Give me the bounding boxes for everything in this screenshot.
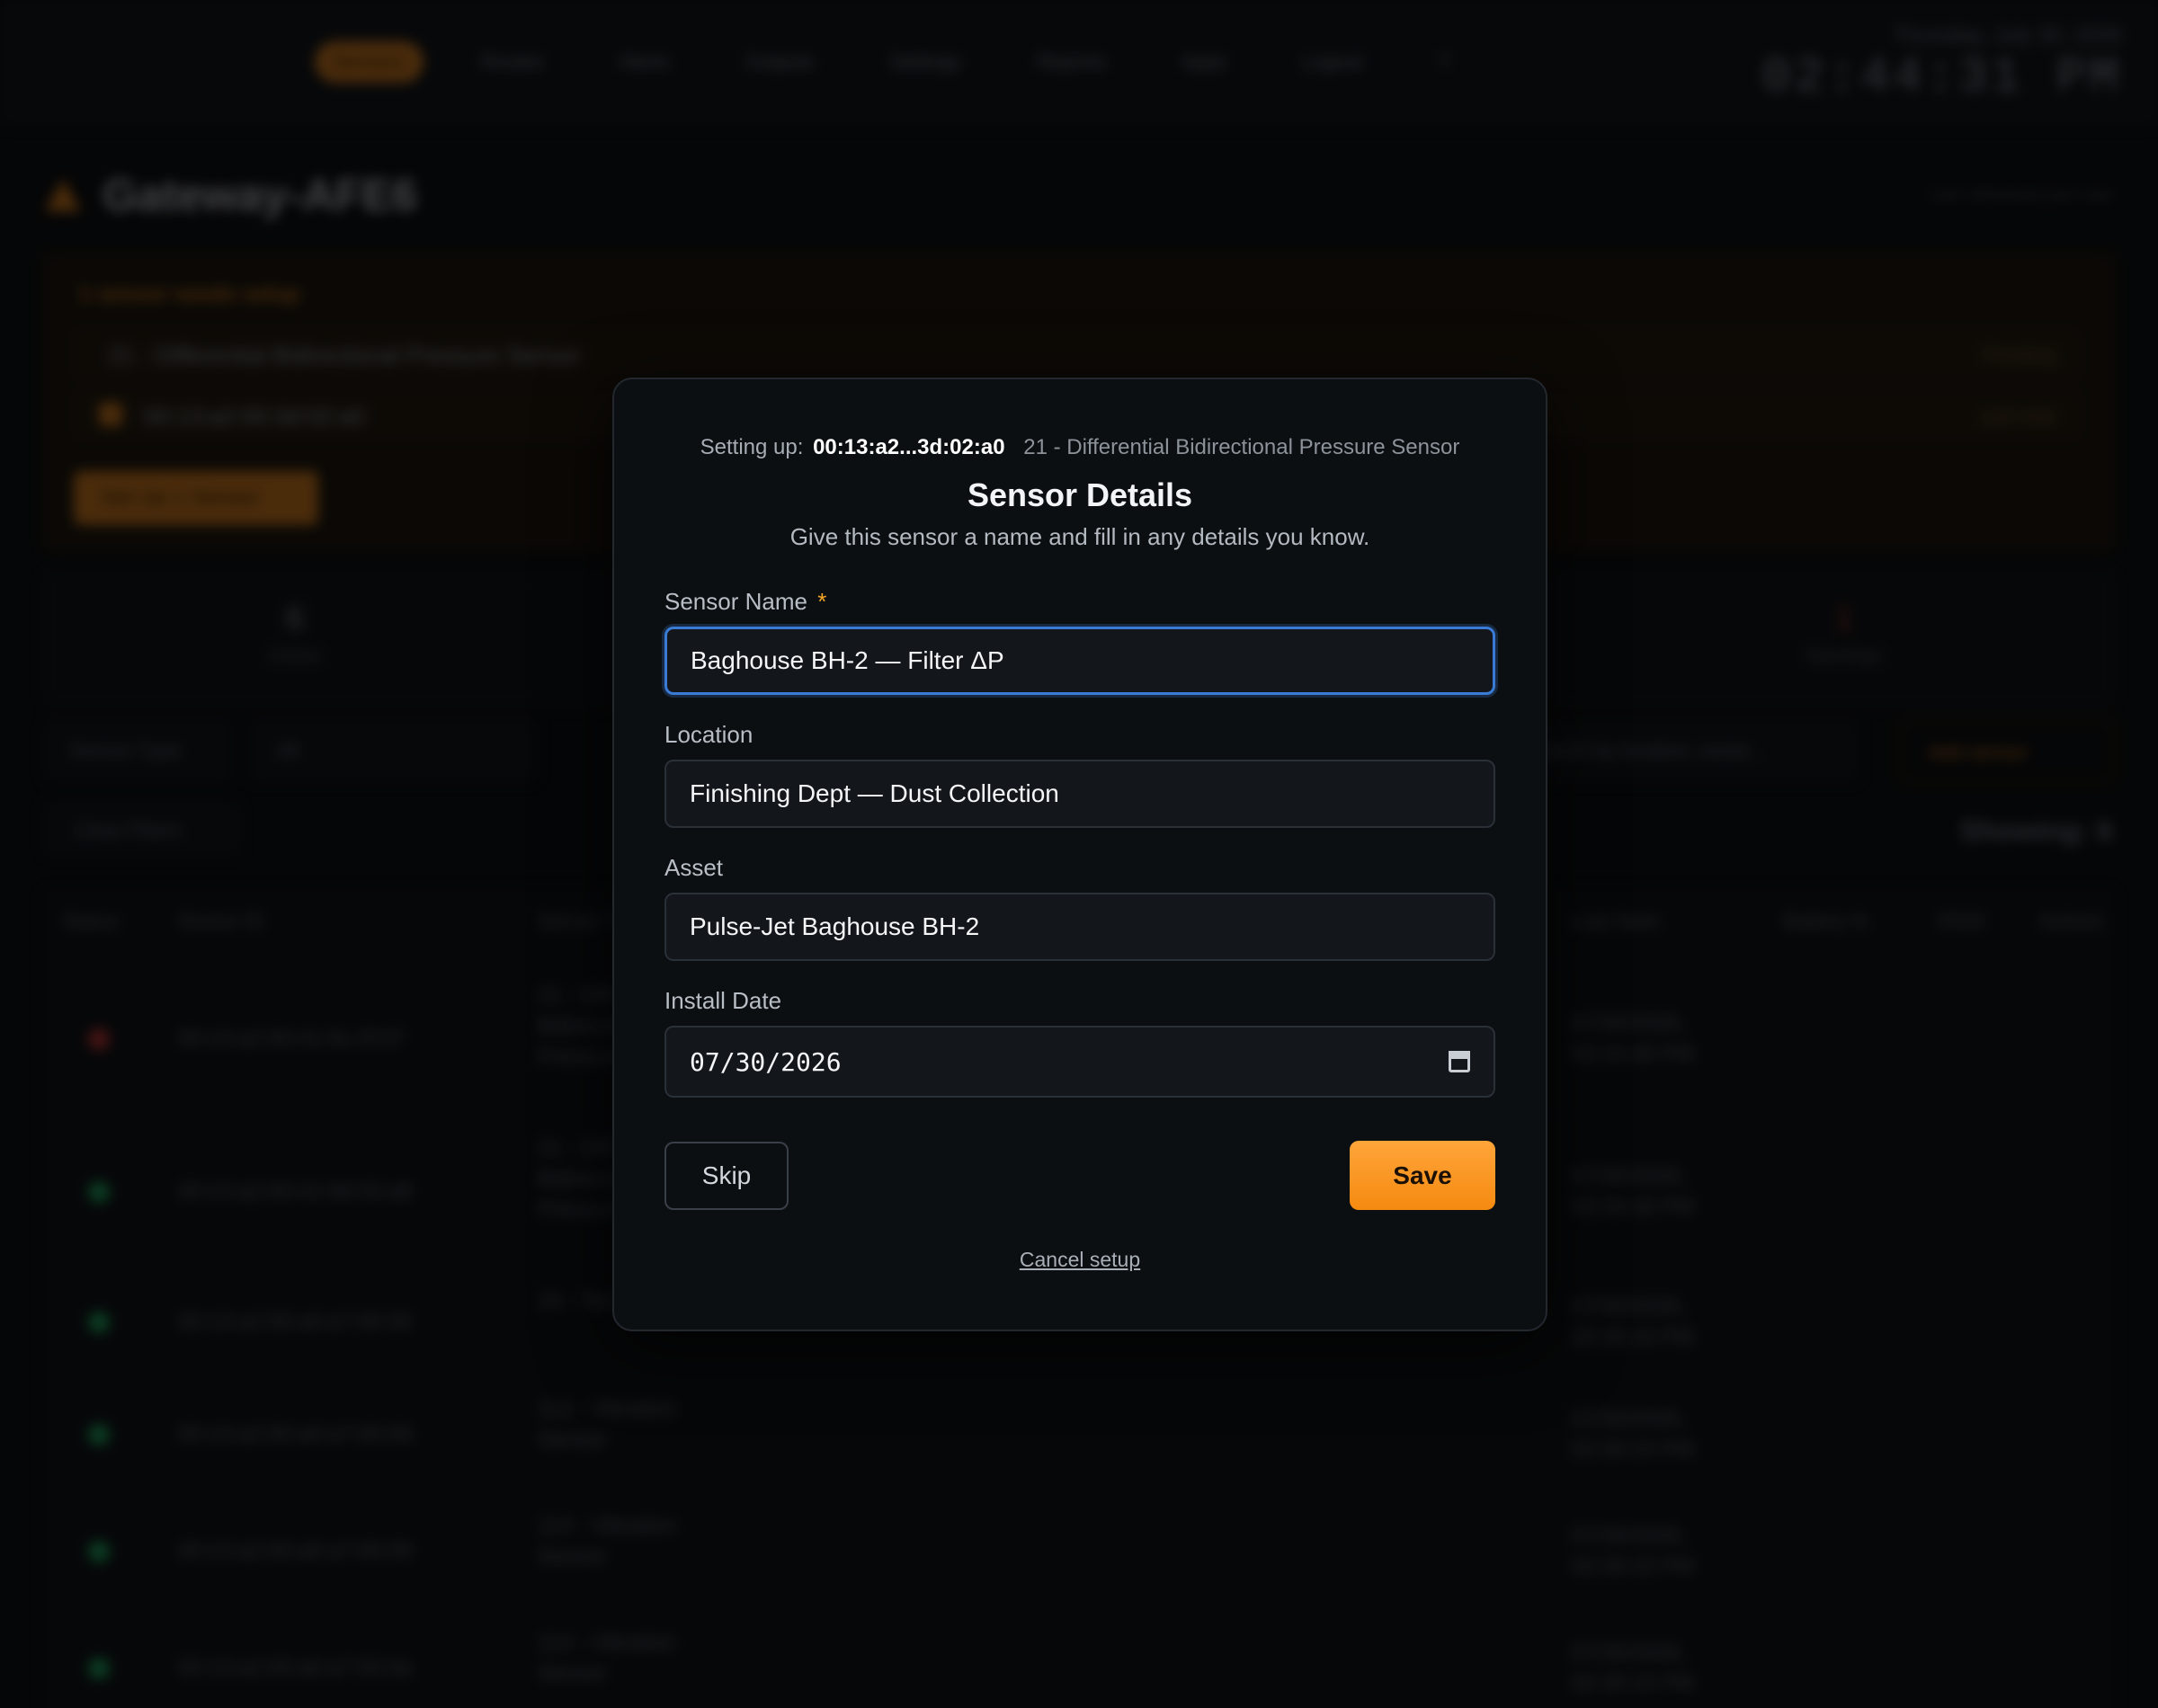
cancel-setup-text: Cancel setup	[1019, 1248, 1141, 1271]
save-button[interactable]: Save	[1350, 1141, 1495, 1210]
setup-prefix: Setting up:	[700, 435, 804, 459]
install-date-label: Install Date	[664, 987, 782, 1014]
sensor-name-input[interactable]: Baghouse BH-2 — Filter ΔP	[664, 627, 1495, 695]
skip-button[interactable]: Skip	[664, 1142, 789, 1210]
asset-value: Pulse-Jet Baghouse BH-2	[690, 912, 980, 940]
calendar-icon[interactable]	[1449, 1051, 1470, 1072]
cancel-setup-link[interactable]: Cancel setup	[614, 1248, 1546, 1272]
setup-sensor-type: 21 - Differential Bidirectional Pressure…	[1023, 435, 1460, 459]
install-date-input[interactable]: 07/30/2026	[664, 1026, 1495, 1098]
asset-input[interactable]: Pulse-Jet Baghouse BH-2	[664, 893, 1495, 961]
setup-mac-address: 00:13:a2...3d:02:a0	[813, 435, 1005, 459]
required-indicator: *	[817, 588, 827, 615]
dialog-title: Sensor Details	[967, 476, 1193, 513]
sensor-name-label: Sensor Name *	[664, 588, 826, 616]
sensor-name-label-text: Sensor Name	[664, 588, 807, 615]
install-date-value: 07/30/2026	[690, 1046, 842, 1077]
location-value: Finishing Dept — Dust Collection	[690, 779, 1059, 807]
dialog-subtitle: Give this sensor a name and fill in any …	[789, 523, 1370, 550]
setup-info-line: Setting up: 00:13:a2...3d:02:a0 21 - Dif…	[614, 435, 1546, 460]
location-input[interactable]: Finishing Dept — Dust Collection	[664, 760, 1495, 828]
sensor-details-dialog: Setting up: 00:13:a2...3d:02:a0 21 - Dif…	[612, 378, 1547, 1331]
location-label: Location	[664, 721, 754, 748]
asset-label: Asset	[664, 854, 724, 881]
sensor-name-value: Baghouse BH-2 — Filter ΔP	[691, 646, 1004, 674]
